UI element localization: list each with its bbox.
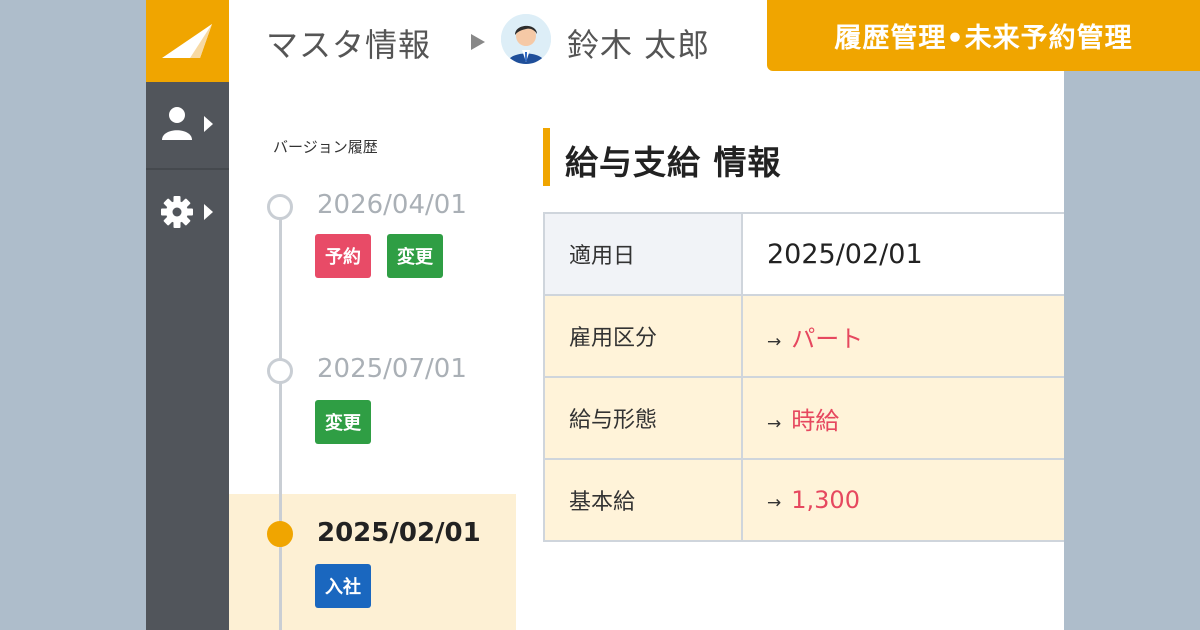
feature-banner: 履歴管理•未来予約管理 <box>767 0 1200 71</box>
arrow-right-icon: → <box>767 331 782 352</box>
sidebar-item-settings[interactable] <box>146 168 229 252</box>
breadcrumb-title[interactable]: マスタ情報 <box>266 20 431 66</box>
detail-panel: 給与支給 情報 適用日 2025/02/01 雇用区分 → パート 給与形態 → 時… <box>543 84 1064 630</box>
table-row: 基本給 → 1,300 <box>543 458 1064 542</box>
row-label: 適用日 <box>543 212 743 296</box>
timeline-dot <box>267 194 293 220</box>
timeline-dot-selected <box>267 521 293 547</box>
version-date-selected[interactable]: 2025/02/01 <box>317 518 481 548</box>
changed-value: 時給 <box>791 406 840 435</box>
user-icon <box>162 107 213 140</box>
row-label: 給与形態 <box>543 376 743 460</box>
sidebar <box>146 0 229 630</box>
arrow-right-icon: → <box>767 493 782 513</box>
table-row: 雇用区分 → パート <box>543 294 1064 378</box>
table-row: 適用日 2025/02/01 <box>543 212 1064 296</box>
row-value: 2025/02/01 <box>741 212 1064 296</box>
avatar <box>501 14 551 64</box>
version-history-heading: バージョン履歴 <box>273 138 378 156</box>
section-accent-bar <box>543 128 550 186</box>
timeline-dot <box>267 358 293 384</box>
row-label: 雇用区分 <box>543 294 743 378</box>
tag-join: 入社 <box>315 564 371 608</box>
app-logo[interactable] <box>146 0 229 82</box>
tag-change: 変更 <box>387 234 443 278</box>
row-value-cell: → 1,300 <box>741 458 1064 542</box>
timeline-line <box>279 204 282 630</box>
logo-icon <box>162 24 212 58</box>
row-value-cell: → 時給 <box>741 376 1064 460</box>
user-name: 鈴木 太郎 <box>567 26 711 64</box>
changed-value: 1,300 <box>791 486 860 514</box>
breadcrumb-separator-icon <box>471 34 485 50</box>
sidebar-item-users[interactable] <box>146 82 229 166</box>
tag-reserve: 予約 <box>315 234 371 278</box>
selected-version-highlight <box>229 494 516 630</box>
version-date[interactable]: 2025/07/01 <box>317 354 467 384</box>
info-table: 適用日 2025/02/01 雇用区分 → パート 給与形態 → 時給 基本給 → 1… <box>543 212 1064 542</box>
version-date[interactable]: 2026/04/01 <box>317 190 467 220</box>
gear-icon <box>161 196 213 228</box>
row-label: 基本給 <box>543 458 743 542</box>
tag-change: 変更 <box>315 400 371 444</box>
table-row: 給与形態 → 時給 <box>543 376 1064 460</box>
app-window: マスタ情報 鈴木 太郎 バージョン履歴 2026/04/01 予約 変更 202… <box>146 0 1064 630</box>
row-value-cell: → パート <box>741 294 1064 378</box>
arrow-right-icon: → <box>767 413 782 434</box>
changed-value: パート <box>791 324 864 353</box>
person-icon <box>501 14 551 64</box>
version-history: バージョン履歴 2026/04/01 予約 変更 2025/07/01 変更 2… <box>229 84 516 630</box>
section-title: 給与支給 情報 <box>565 143 782 182</box>
